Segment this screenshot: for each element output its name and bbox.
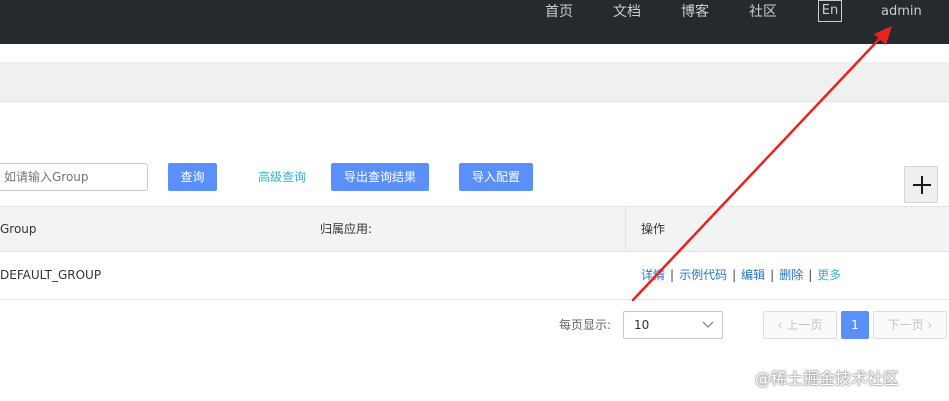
column-header-actions: 操作 [641,222,666,236]
page-header-band [0,62,949,102]
add-config-button[interactable] [904,166,938,203]
action-separator: | [670,268,675,282]
page-size-value: 10 [634,318,650,332]
query-button[interactable]: 查询 [168,163,217,191]
prev-page-label: 上一页 [786,318,823,332]
language-switch-button[interactable]: En [818,0,842,22]
table-row: DEFAULT_GROUP 详情 | 示例代码 | 编辑 | 删除 | 更多 [0,252,949,300]
page-size-select[interactable]: 10 [623,311,723,339]
current-page-button[interactable]: 1 [841,311,869,339]
top-navbar: 首页 文档 博客 社区 En admin [0,0,949,44]
chevron-left-icon: ‹ [777,318,783,332]
prev-page-button[interactable]: ‹ 上一页 [763,311,837,339]
action-separator: | [808,268,813,282]
nav-community-link[interactable]: 社区 [749,0,777,44]
annotation-arrow [631,26,892,302]
column-header-group: Group [0,222,37,236]
chevron-right-icon: › [927,318,933,332]
export-results-button[interactable]: 导出查询结果 [331,163,429,191]
watermark-text: @稀土掘金技术社区 [755,369,900,388]
nav-docs-link[interactable]: 文档 [613,0,641,44]
user-menu[interactable]: admin [881,0,922,24]
chevron-down-icon [702,321,714,328]
advanced-query-link[interactable]: 高级查询 [258,163,306,191]
cell-group: DEFAULT_GROUP [0,268,102,282]
sample-code-link[interactable]: 示例代码 [679,268,727,282]
row-actions: 详情 | 示例代码 | 编辑 | 删除 | 更多 [641,252,841,299]
config-table: Group 归属应用: 操作 DEFAULT_GROUP 详情 | 示例代码 | 编辑 |… [0,206,949,300]
column-header-app: 归属应用: [320,222,373,236]
next-page-label: 下一页 [887,318,924,332]
more-link[interactable]: 更多 [817,268,841,282]
nav-blog-link[interactable]: 博客 [681,0,709,44]
nav-home-link[interactable]: 首页 [545,0,573,44]
page-size-label: 每页显示: [559,318,612,332]
edit-link[interactable]: 编辑 [741,268,765,282]
action-separator: | [732,268,737,282]
table-header: Group 归属应用: 操作 [0,206,949,252]
import-config-button[interactable]: 导入配置 [459,163,533,191]
action-separator: | [770,268,775,282]
details-link[interactable]: 详情 [641,268,665,282]
next-page-button[interactable]: 下一页 › [873,311,947,339]
delete-link[interactable]: 删除 [779,268,803,282]
page: 首页 文档 博客 社区 En admin 查询 高级查询 导出查询结果 导入配置… [0,0,949,401]
group-search-input[interactable] [0,163,148,191]
